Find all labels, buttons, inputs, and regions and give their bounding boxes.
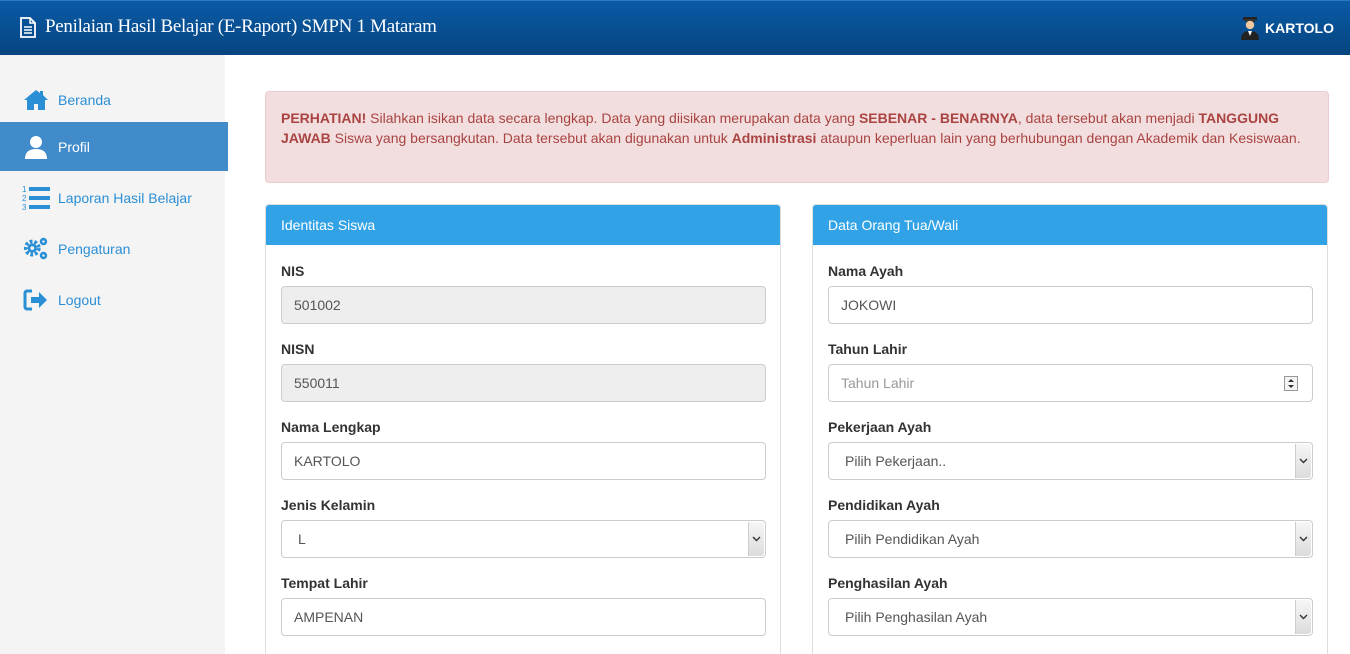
sidebar-item-label: Beranda [58, 91, 111, 108]
jenis-kelamin-label: Jenis Kelamin [281, 497, 376, 513]
sidebar-item-laporan[interactable]: 1 2 3 Laporan Hasil Belajar [0, 173, 228, 222]
home-icon [22, 87, 50, 113]
panel-identitas-siswa: Identitas Siswa NIS 501002 NISN 550011 N… [265, 204, 781, 654]
tempat-lahir-label: Tempat Lahir [281, 575, 368, 591]
app-title: Penilaian Hasil Belajar (E-Raport) SMPN … [45, 16, 437, 37]
tahun-lahir-label: Tahun Lahir [828, 341, 908, 357]
nis-field[interactable]: 501002 [281, 286, 766, 324]
penghasilan-ayah-select[interactable]: Pilih Penghasilan Ayah [828, 598, 1313, 636]
sidebar-item-pengaturan[interactable]: Pengaturan [0, 224, 228, 273]
pendidikan-ayah-value: Pilih Pendidikan Ayah [845, 531, 980, 547]
chevron-down-icon[interactable] [1295, 600, 1311, 634]
panel-data-orang-tua: Data Orang Tua/Wali Nama Ayah JOKOWI Tah… [812, 204, 1328, 654]
numbered-list-icon: 1 2 3 [22, 185, 50, 212]
tempat-lahir-value: AMPENAN [294, 609, 364, 625]
user-menu[interactable]: KARTOLO [1239, 16, 1334, 40]
warning-alert: PERHATIAN! Silahkan isikan data secara l… [265, 91, 1329, 183]
sidebar: Beranda Profil 1 2 3 Laporan Hasil Belaj… [0, 55, 228, 654]
chevron-down-icon[interactable] [748, 522, 764, 556]
nisn-value: 550011 [294, 375, 340, 391]
sidebar-item-label: Profil [58, 138, 90, 155]
svg-text:2: 2 [22, 194, 27, 203]
panel-title: Identitas Siswa [266, 205, 780, 245]
pekerjaan-ayah-label: Pekerjaan Ayah [828, 419, 932, 435]
nisn-field[interactable]: 550011 [281, 364, 766, 402]
penghasilan-ayah-value: Pilih Penghasilan Ayah [845, 609, 988, 625]
nama-ayah-label: Nama Ayah [828, 263, 904, 279]
nama-ayah-field[interactable]: JOKOWI [828, 286, 1313, 324]
sidebar-item-beranda[interactable]: Beranda [0, 75, 228, 124]
pendidikan-ayah-select[interactable]: Pilih Pendidikan Ayah [828, 520, 1313, 558]
sign-out-icon [22, 287, 50, 313]
jenis-kelamin-value: L [298, 531, 306, 547]
pekerjaan-ayah-select[interactable]: Pilih Pekerjaan.. [828, 442, 1313, 480]
tahun-lahir-placeholder: Tahun Lahir [841, 375, 915, 391]
brand[interactable]: Penilaian Hasil Belajar (E-Raport) SMPN … [19, 16, 437, 38]
alert-text: Siswa yang bersangkutan. Data tersebut a… [330, 130, 732, 146]
sidebar-item-logout[interactable]: Logout [0, 275, 228, 324]
sidebar-item-label: Laporan Hasil Belajar [58, 189, 192, 206]
gears-icon [22, 236, 50, 262]
alert-strong: SEBENAR - BENARNYA [858, 110, 1018, 126]
alert-strong: PERHATIAN! [281, 110, 367, 126]
user-avatar-icon [1241, 17, 1260, 40]
sidebar-item-label: Pengaturan [58, 240, 131, 257]
tempat-lahir-field[interactable]: AMPENAN [281, 598, 766, 636]
svg-text:1: 1 [22, 185, 27, 194]
panel-title: Data Orang Tua/Wali [813, 205, 1327, 245]
tahun-lahir-field[interactable]: Tahun Lahir [828, 364, 1313, 402]
penghasilan-ayah-label: Penghasilan Ayah [828, 575, 948, 591]
nisn-label: NISN [281, 341, 315, 357]
nis-value: 501002 [294, 297, 341, 313]
document-icon [20, 16, 36, 38]
user-icon [22, 134, 50, 160]
nama-lengkap-value: KARTOLO [294, 453, 361, 469]
nama-ayah-value: JOKOWI [841, 297, 897, 313]
top-navbar: Penilaian Hasil Belajar (E-Raport) SMPN … [0, 0, 1350, 55]
number-spinner-icon[interactable] [1284, 376, 1298, 391]
sidebar-item-profil[interactable]: Profil [0, 122, 228, 171]
chevron-down-icon[interactable] [1295, 444, 1311, 478]
alert-strong: Administrasi [731, 130, 817, 146]
alert-text: Silahkan isikan data secara lengkap. Dat… [366, 110, 859, 126]
alert-text: ataupun keperluan lain yang berhubungan … [816, 130, 1301, 146]
pekerjaan-ayah-value: Pilih Pekerjaan.. [845, 453, 947, 469]
alert-text: , data tersebut akan menjadi [1017, 110, 1199, 126]
pendidikan-ayah-label: Pendidikan Ayah [828, 497, 940, 513]
svg-text:3: 3 [22, 203, 27, 212]
nis-label: NIS [281, 263, 305, 279]
jenis-kelamin-select[interactable]: L [281, 520, 766, 558]
sidebar-item-label: Logout [58, 291, 101, 308]
nama-lengkap-label: Nama Lengkap [281, 419, 381, 435]
nama-lengkap-field[interactable]: KARTOLO [281, 442, 766, 480]
username: KARTOLO [1265, 20, 1334, 36]
chevron-down-icon[interactable] [1295, 522, 1311, 556]
